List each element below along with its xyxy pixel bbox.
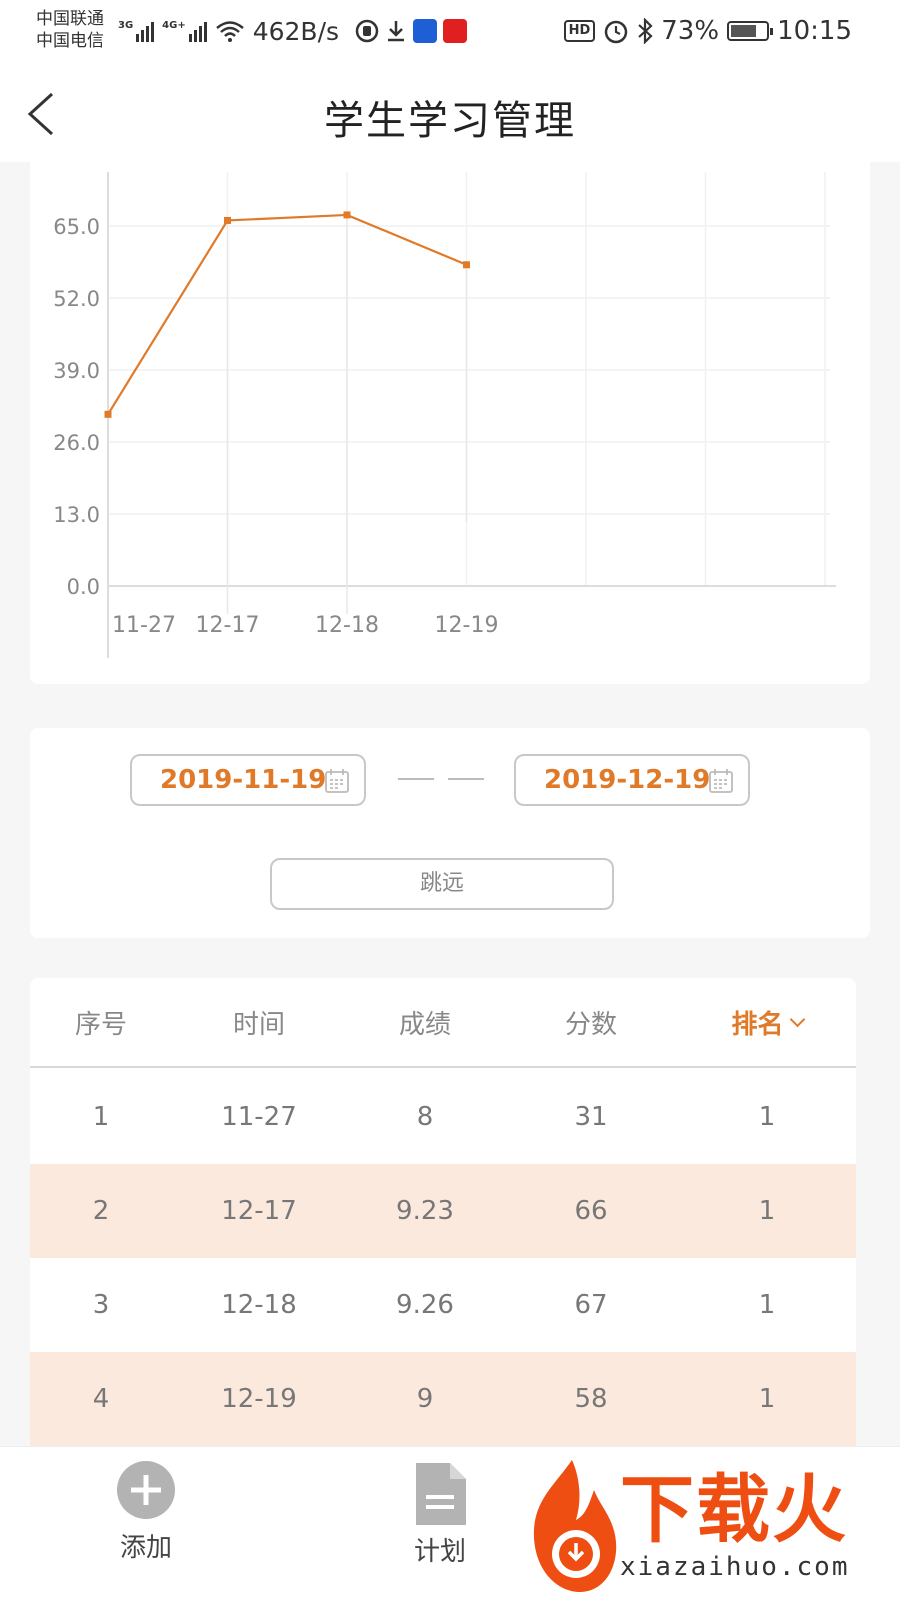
event-select[interactable]: 跳远 xyxy=(270,858,614,910)
col-header-rank[interactable]: 排名 xyxy=(678,978,856,1066)
y-tick-label: 39.0 xyxy=(53,359,100,383)
status-left-group: 3G 4G+ 462B/s xyxy=(118,14,468,48)
cell-result: 9.26 xyxy=(396,1290,454,1320)
page-title: 学生学习管理 xyxy=(324,98,576,144)
carrier-1: 中国联通 xyxy=(36,9,104,29)
start-date-picker[interactable]: 2019-11-19 xyxy=(130,754,366,806)
cell-index: 2 xyxy=(92,1196,110,1226)
data-point xyxy=(104,410,112,418)
cell-rank: 1 xyxy=(758,1196,776,1226)
cell-index: 3 xyxy=(92,1290,110,1320)
shield-icon xyxy=(355,19,379,43)
data-point xyxy=(224,216,231,224)
cell-time: 12-19 xyxy=(221,1384,297,1414)
score-table: 序号 时间 成绩 分数 排名 1 11-27 8 31 1 2 12-17 9.… xyxy=(30,978,856,1448)
table-row[interactable]: 3 12-18 9.26 67 1 xyxy=(30,1258,856,1352)
status-right-group: HD 73% 10:15 xyxy=(563,14,852,48)
table-header: 序号 时间 成绩 分数 排名 xyxy=(30,978,856,1068)
y-tick-label: 52.0 xyxy=(53,287,100,311)
cell-rank: 1 xyxy=(758,1384,776,1414)
cell-result: 8 xyxy=(416,1102,434,1132)
col-header-index: 序号 xyxy=(74,1009,127,1040)
cell-index: 4 xyxy=(92,1384,110,1414)
cell-result: 9 xyxy=(416,1384,434,1414)
download-icon xyxy=(388,21,405,42)
filter-card: 2019-11-19 2019-12-19 跳远 xyxy=(30,728,870,938)
cell-time: 12-18 xyxy=(221,1290,297,1320)
network-speed: 462B/s xyxy=(252,16,340,46)
flame-logo-icon xyxy=(533,1460,617,1592)
y-tick-label: 0.0 xyxy=(67,575,100,599)
hd-badge: HD xyxy=(563,20,596,42)
table-row[interactable]: 2 12-17 9.23 66 1 xyxy=(30,1164,856,1258)
end-date-picker[interactable]: 2019-12-19 xyxy=(514,754,750,806)
add-label: 添加 xyxy=(119,1533,172,1563)
end-date-value: 2019-12-19 xyxy=(544,765,711,795)
battery-level xyxy=(731,25,756,37)
signal-icon: 4G+ xyxy=(162,20,207,42)
cell-index: 1 xyxy=(92,1102,110,1132)
plan-button[interactable]: 计划 xyxy=(380,1461,500,1568)
carrier-info: 中国联通 中国电信 xyxy=(36,8,104,52)
data-point xyxy=(463,261,470,269)
col-header-time: 时间 xyxy=(232,1009,285,1040)
signal-icon: 3G xyxy=(118,20,155,42)
chevron-down-icon xyxy=(789,1011,805,1027)
plan-label: 计划 xyxy=(413,1537,466,1567)
y-tick-label: 26.0 xyxy=(53,431,100,455)
watermark-url: xiazaihuo.com xyxy=(620,1552,850,1582)
cell-rank: 1 xyxy=(758,1102,776,1132)
cell-score: 31 xyxy=(574,1102,608,1132)
cell-score: 67 xyxy=(574,1290,608,1320)
rank-header-label: 排名 xyxy=(731,1009,784,1040)
add-button[interactable]: 添加 xyxy=(86,1461,206,1564)
cell-time: 11-27 xyxy=(221,1102,297,1132)
col-header-score: 分数 xyxy=(564,1009,617,1040)
watermark: 下载火 xiazaihuo.com xyxy=(524,1446,900,1600)
network-type-2: 4G+ xyxy=(162,20,186,31)
cell-result: 9.23 xyxy=(396,1196,454,1226)
y-tick-label: 13.0 xyxy=(53,503,100,527)
cell-time: 12-17 xyxy=(221,1196,297,1226)
status-bar: 中国联通 中国电信 3G 4G+ 462B/s HD 73% 10:15 xyxy=(0,0,900,62)
cell-score: 66 xyxy=(574,1196,608,1226)
score-line-chart: 0.0 13.0 26.0 39.0 52.0 65.0 11-27 12-17 12-18 12… xyxy=(53,172,836,658)
plus-icon xyxy=(117,1461,175,1519)
app-notification-icon xyxy=(413,19,438,43)
x-tick-label: 11-27 xyxy=(112,613,176,638)
x-tick-label: 12-19 xyxy=(435,613,499,638)
calendar-icon xyxy=(709,769,733,793)
cell-score: 58 xyxy=(574,1384,608,1414)
bluetooth-icon xyxy=(638,18,653,44)
table-row[interactable]: 1 11-27 8 31 1 xyxy=(30,1070,856,1164)
wifi-icon xyxy=(215,21,244,42)
carrier-2: 中国电信 xyxy=(36,31,104,51)
notification-icons xyxy=(355,19,468,43)
news-app-icon xyxy=(443,19,468,43)
app-header: 学生学习管理 xyxy=(0,62,900,162)
network-type-1: 3G xyxy=(118,20,134,31)
clock: 10:15 xyxy=(777,16,852,46)
y-tick-label: 65.0 xyxy=(53,215,100,239)
x-tick-label: 12-17 xyxy=(196,613,260,638)
date-range-separator xyxy=(398,778,484,781)
x-tick-label: 12-18 xyxy=(315,613,379,638)
score-chart-card: 0.0 13.0 26.0 39.0 52.0 65.0 11-27 12-17 12-18 12… xyxy=(30,162,870,684)
battery-percent: 73% xyxy=(661,16,720,46)
cell-rank: 1 xyxy=(758,1290,776,1320)
watermark-text: 下载火 xyxy=(620,1467,848,1553)
series-line xyxy=(107,213,467,415)
battery-icon xyxy=(727,21,774,41)
table-row[interactable]: 4 12-19 9 58 1 xyxy=(30,1352,856,1446)
document-icon xyxy=(416,1463,466,1525)
calendar-icon xyxy=(325,769,349,793)
col-header-result: 成绩 xyxy=(398,1009,451,1040)
data-point xyxy=(343,211,351,219)
alarm-icon xyxy=(605,20,628,44)
start-date-value: 2019-11-19 xyxy=(160,765,327,795)
